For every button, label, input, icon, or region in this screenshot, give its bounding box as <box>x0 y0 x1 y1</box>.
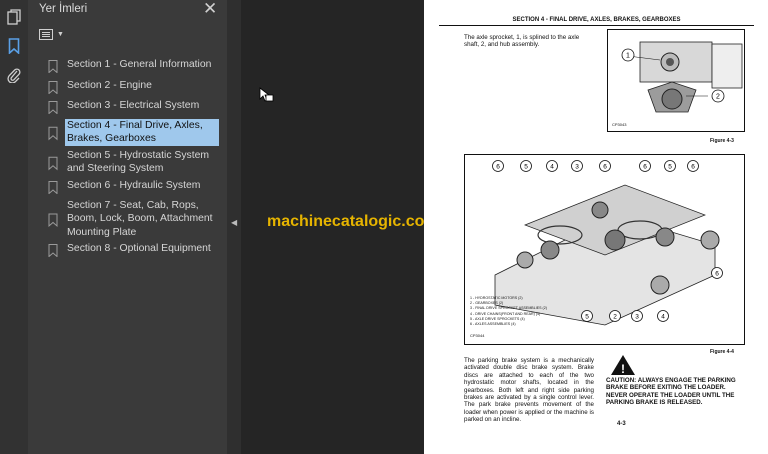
figure-caption: Figure 4-4 <box>710 349 734 355</box>
pdf-page: SECTION 4 - FINAL DRIVE, AXLES, BRAKES, … <box>424 0 768 454</box>
options-icon[interactable]: ▼ <box>39 29 64 40</box>
callout-label: 6 <box>496 163 500 170</box>
bookmark-label: Section 8 - Optional Equipment <box>67 243 211 254</box>
bookmark-label: Section 5 - Hydrostatic System and Steer… <box>67 150 210 175</box>
callout-label: 2 <box>613 313 617 320</box>
bookmark-section-1[interactable]: Section 1 - General Information <box>48 58 226 73</box>
legend-item: 3 - FINAL DRIVE SPROCKET ASSEMBLIES (2) <box>470 306 547 311</box>
figure-code: CP3044 <box>470 333 485 338</box>
close-icon[interactable]: ✕ <box>203 0 217 18</box>
bookmark-ribbon-icon <box>48 81 58 94</box>
bookmark-ribbon-icon <box>48 60 58 73</box>
bookmark-label: Section 2 - Engine <box>67 80 152 91</box>
intro-paragraph: The axle sprocket, 1, is splined to the … <box>464 34 580 49</box>
bookmark-section-7[interactable]: Section 7 - Seat, Cab, Rops, Boom, Lock,… <box>48 199 226 239</box>
bookmark-label: Section 1 - General Information <box>67 59 212 70</box>
cursor-icon <box>259 87 275 110</box>
bookmark-ribbon-icon <box>48 101 58 114</box>
pages-icon[interactable] <box>5 8 23 26</box>
figure-legend: 1 - HYDROSTATIC MOTORS (2) 2 - GEARBOXES… <box>470 296 547 327</box>
callout-label: 4 <box>550 163 554 170</box>
callout-label: 5 <box>585 313 589 320</box>
panel-title: Yer İmleri <box>39 3 88 15</box>
bookmark-section-6[interactable]: Section 6 - Hydraulic System <box>48 179 226 194</box>
figure-4-4: 6 5 4 3 6 6 5 6 5 2 3 4 6 1 - HYDROSTATIC MOTORS (2)… <box>464 154 745 345</box>
bookmark-label: Section 6 - Hydraulic System <box>67 180 201 191</box>
bookmark-section-5[interactable]: Section 5 - Hydrostatic System and Steer… <box>48 149 226 176</box>
figure-code: CP3043 <box>612 122 627 127</box>
bookmark-section-2[interactable]: Section 2 - Engine <box>48 79 226 94</box>
watermark-text: machinecatalogic.com <box>267 213 439 230</box>
callout-label: 6 <box>643 163 647 170</box>
callout-label: 5 <box>524 163 528 170</box>
caution-text: CAUTION: ALWAYS ENGAGE THE PARKING BRAKE… <box>606 377 736 407</box>
chevron-down-icon: ▼ <box>57 31 64 38</box>
callout-label: 6 <box>603 163 607 170</box>
legend-item: 6 - AXLES ASSEMBLIES (4) <box>470 322 516 327</box>
bookmark-label: Section 4 - Final Drive, Axles, Brakes, … <box>65 119 219 146</box>
page-number: 4-3 <box>617 421 626 427</box>
svg-text:2: 2 <box>716 94 720 101</box>
callout-label: 6 <box>715 270 719 277</box>
callout-label: 3 <box>635 313 639 320</box>
bookmark-ribbon-icon <box>48 156 58 171</box>
bookmark-ribbon-icon <box>48 126 58 141</box>
callout-label: 6 <box>691 163 695 170</box>
callout-label: 5 <box>668 163 672 170</box>
bookmark-ribbon-icon <box>48 181 58 194</box>
left-toolbar <box>0 0 29 454</box>
panel-splitter[interactable] <box>227 0 241 454</box>
collapse-arrow-icon[interactable]: ◀ <box>231 218 237 227</box>
bookmark-section-8[interactable]: Section 8 - Optional Equipment <box>48 242 226 257</box>
figure-4-3: 1 2 CP3043 <box>607 29 745 132</box>
bookmark-icon[interactable] <box>5 37 23 55</box>
bookmark-section-3[interactable]: Section 3 - Electrical System <box>48 99 226 114</box>
bookmark-section-4[interactable]: Section 4 - Final Drive, Axles, Brakes, … <box>48 119 226 146</box>
svg-text:!: ! <box>621 362 625 376</box>
bookmark-ribbon-icon <box>48 244 58 257</box>
figure-caption: Figure 4-3 <box>710 138 734 144</box>
page-header: SECTION 4 - FINAL DRIVE, AXLES, BRAKES, … <box>439 17 754 26</box>
bookmarks-panel: Yer İmleri ✕ ▼ Section 1 - General Infor… <box>28 0 227 454</box>
axle-sprocket-illustration: 1 2 <box>621 41 743 113</box>
brake-paragraph: The parking brake system is a mechanical… <box>464 357 594 424</box>
callout-label: 3 <box>575 163 579 170</box>
attachment-icon[interactable] <box>5 66 23 84</box>
bookmark-label: Section 3 - Electrical System <box>67 100 200 111</box>
bookmark-ribbon-icon <box>48 213 58 228</box>
svg-text:1: 1 <box>626 53 630 60</box>
callout-label: 4 <box>661 313 665 320</box>
bookmark-label: Section 7 - Seat, Cab, Rops, Boom, Lock,… <box>67 200 213 238</box>
